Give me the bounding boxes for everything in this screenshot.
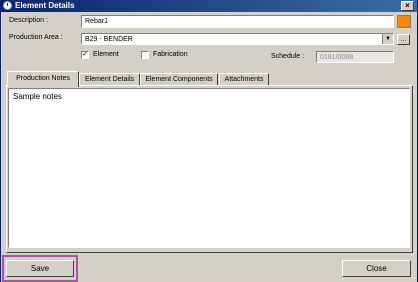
app-clock-icon [3, 1, 12, 10]
tab-attachments[interactable]: Attachments [219, 73, 269, 85]
description-input[interactable]: Rebar1 [81, 15, 394, 28]
chevron-down-icon[interactable]: ▼ [382, 34, 393, 44]
production-area-select[interactable]: B29 - BENDER ▼ [81, 33, 394, 45]
tab-element-components[interactable]: Element Components [140, 73, 218, 85]
element-details-window: Element Details × Description : Rebar1 P… [0, 0, 418, 282]
notes-text: Sample notes [13, 92, 62, 101]
window-title: Element Details [15, 1, 75, 10]
schedule-label: Schedule : [271, 53, 305, 60]
description-label: Description : [9, 17, 48, 24]
tab-production-notes[interactable]: Production Notes [7, 71, 79, 87]
color-swatch[interactable] [397, 15, 411, 28]
fabrication-checkbox[interactable] [141, 51, 149, 59]
schedule-field: 0181/0088 [316, 51, 394, 63]
tab-element-details[interactable]: Element Details [79, 73, 140, 85]
production-area-value: B29 - BENDER [85, 36, 133, 43]
close-button[interactable]: Close [342, 260, 411, 277]
element-checkbox-label: Element [93, 51, 119, 58]
schedule-value: 0181/0088 [320, 54, 354, 61]
title-bar: Element Details × [1, 0, 417, 12]
element-checkbox[interactable]: ✓ [81, 51, 89, 59]
browse-button[interactable]: ... [397, 34, 410, 45]
close-window-icon[interactable]: × [401, 1, 414, 11]
description-value: Rebar1 [85, 18, 108, 25]
notes-textarea[interactable]: Sample notes [8, 88, 410, 248]
save-button[interactable]: Save [6, 260, 74, 277]
production-area-label: Production Area : [9, 34, 63, 41]
fabrication-checkbox-label: Fabrication [153, 51, 188, 58]
